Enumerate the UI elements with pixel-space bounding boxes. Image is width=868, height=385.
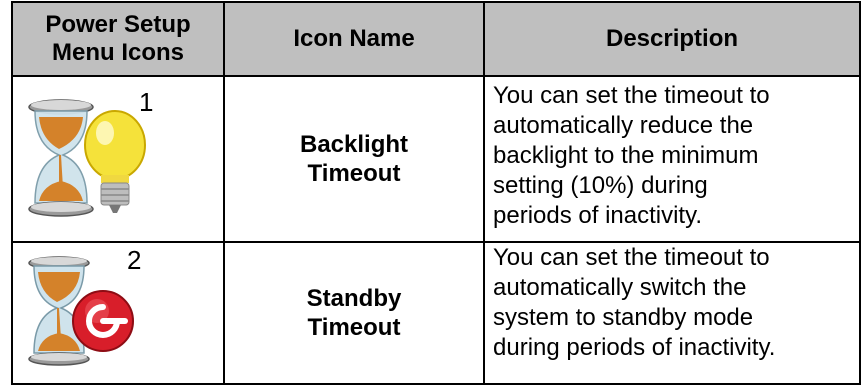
header-icons: Power Setup Menu Icons [11, 1, 225, 77]
icon-cell: 1 [11, 75, 225, 243]
power-setup-table: Power Setup Menu Icons Icon Name Descrip… [11, 1, 861, 385]
header-description: Description [483, 1, 861, 77]
table-row: 1 Backlight Timeout You can set the time… [11, 75, 861, 243]
table-row: 2 Standby Timeout You can set the timeou… [11, 241, 861, 385]
icon-name-cell: Backlight Timeout [223, 75, 485, 243]
hourglass-lightbulb-icon: 1 [25, 89, 155, 223]
header-row: Power Setup Menu Icons Icon Name Descrip… [11, 1, 861, 77]
hourglass-power-icon: 2 [25, 247, 145, 371]
power-icon [72, 290, 134, 352]
badge-number: 1 [139, 87, 154, 117]
icon-cell: 2 [11, 241, 225, 385]
description-cell: You can set the timeout to automatically… [483, 75, 861, 243]
header-icon-name: Icon Name [223, 1, 485, 77]
badge-number: 2 [127, 245, 142, 275]
description-cell: You can set the timeout to automatically… [483, 241, 861, 385]
icon-name-cell: Standby Timeout [223, 241, 485, 385]
lightbulb-icon [84, 110, 146, 213]
hourglass-icon [28, 99, 94, 217]
